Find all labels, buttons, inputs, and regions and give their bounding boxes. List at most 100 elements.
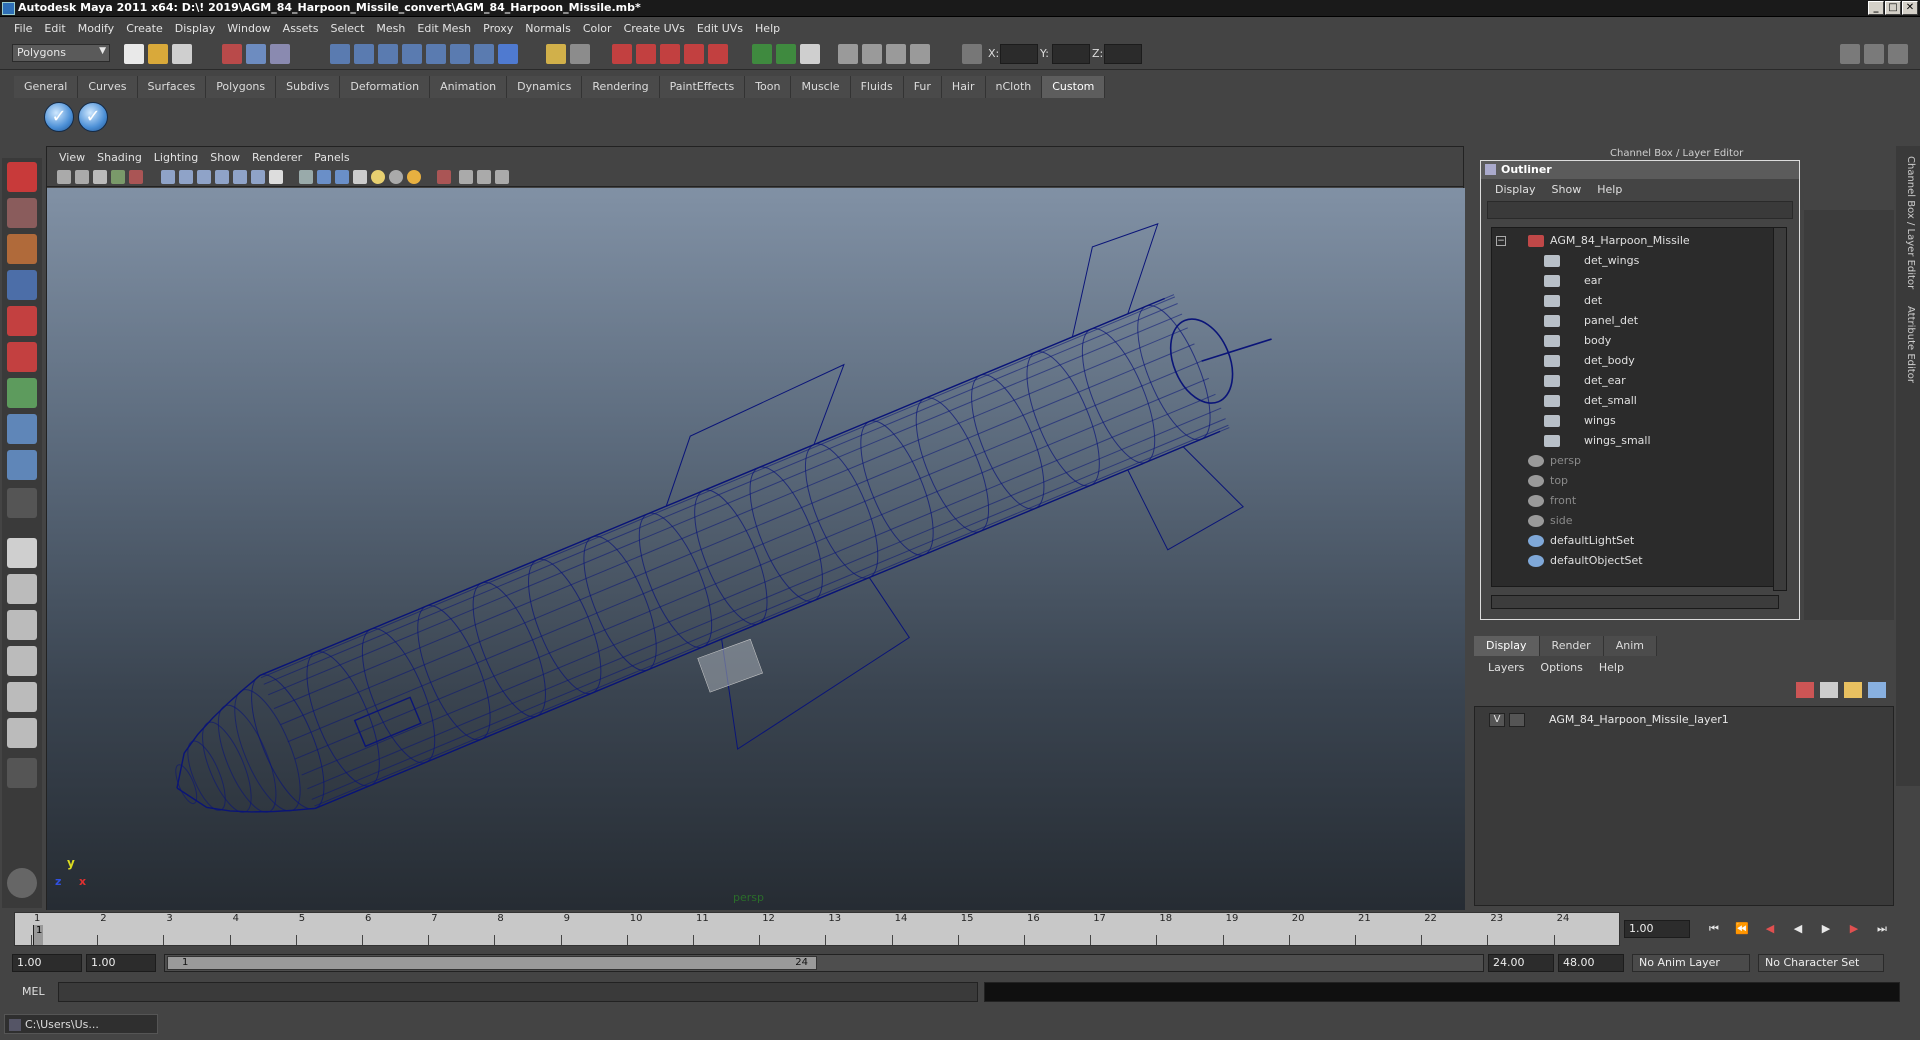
menu-set-dropdown[interactable]: Polygons ▼ (12, 44, 110, 62)
single-pane-layout-icon[interactable] (7, 538, 37, 568)
shelf-tab-dynamics[interactable]: Dynamics (507, 76, 583, 98)
paint-select-tool-icon[interactable] (7, 234, 37, 264)
outliner-item[interactable]: det_ear (1492, 372, 1778, 390)
menu-help[interactable]: Help (749, 22, 786, 35)
select-object-icon[interactable] (246, 44, 266, 64)
quick-select-icon[interactable] (910, 44, 930, 64)
menu-modify[interactable]: Modify (72, 22, 120, 35)
outliner-layout-icon[interactable] (7, 682, 37, 712)
shelf-tab-general[interactable]: General (14, 76, 79, 98)
four-pane-layout-icon[interactable] (7, 574, 37, 604)
sculpt-icon[interactable] (838, 44, 858, 64)
snap-curve-icon[interactable] (354, 44, 374, 64)
side-by-side-layout-icon[interactable] (7, 610, 37, 640)
outliner-item[interactable]: defaultLightSet (1492, 532, 1778, 550)
field-chart-icon[interactable] (233, 170, 247, 184)
smooth-shade-icon[interactable] (317, 170, 331, 184)
channel-box-toggle-icon[interactable] (1888, 44, 1908, 64)
manipulator-tool-icon[interactable] (7, 378, 37, 408)
anim-layer-dropdown[interactable]: No Anim Layer (1632, 954, 1750, 972)
outliner-menu-show[interactable]: Show (1544, 183, 1590, 196)
layer-tab-anim[interactable]: Anim (1603, 636, 1657, 656)
menu-assets[interactable]: Assets (277, 22, 325, 35)
outliner-item[interactable]: ear (1492, 272, 1778, 290)
outliner-item[interactable]: defaultObjectSet (1492, 552, 1778, 570)
isolate-select-icon[interactable] (437, 170, 451, 184)
layer-menu-help[interactable]: Help (1591, 661, 1632, 674)
safe-action-icon[interactable] (251, 170, 265, 184)
z-field[interactable] (1104, 44, 1142, 64)
outliner-item[interactable]: wings (1492, 412, 1778, 430)
menu-file[interactable]: File (8, 22, 38, 35)
xray-icon[interactable] (459, 170, 473, 184)
snap-plane-icon[interactable] (402, 44, 422, 64)
soft-mod-tool-icon[interactable] (7, 414, 37, 444)
new-scene-icon[interactable] (124, 44, 144, 64)
rotate-tool-icon[interactable] (7, 306, 37, 336)
outliner-item[interactable]: top (1492, 472, 1778, 490)
hypershade-layout-icon[interactable] (7, 718, 37, 748)
resolution-gate-icon[interactable] (197, 170, 211, 184)
shelf-tab-fluids[interactable]: Fluids (850, 76, 904, 98)
outliner-item[interactable]: det_small (1492, 392, 1778, 410)
open-scene-icon[interactable] (148, 44, 168, 64)
outliner-vertical-scrollbar[interactable] (1773, 227, 1787, 591)
camera-attr-icon[interactable] (75, 170, 89, 184)
shelf-tab-muscle[interactable]: Muscle (791, 76, 851, 98)
help-icon[interactable] (498, 44, 518, 64)
layer-visibility-toggle[interactable]: V (1489, 713, 1505, 727)
menu-normals[interactable]: Normals (519, 22, 577, 35)
grid-icon[interactable] (161, 170, 175, 184)
two-d-pan-icon[interactable] (129, 170, 143, 184)
custom-shelf-check-icon-2[interactable]: ✓ (78, 102, 108, 132)
menu-mesh[interactable]: Mesh (370, 22, 411, 35)
range-slider[interactable]: 1 24 (164, 954, 1484, 972)
vp-menu-panels[interactable]: Panels (308, 151, 355, 164)
select-hierarchy-icon[interactable] (222, 44, 242, 64)
go-to-start-icon[interactable]: ⏮ (1706, 922, 1722, 936)
graph-editor-layout-icon[interactable] (7, 646, 37, 676)
attribute-editor-toggle-icon[interactable] (1864, 44, 1884, 64)
shelf-tab-surfaces[interactable]: Surfaces (137, 76, 207, 98)
wireframe-on-shaded-icon[interactable] (335, 170, 349, 184)
layer-tab-render[interactable]: Render (1539, 636, 1604, 656)
select-tool-icon[interactable] (7, 162, 37, 192)
panel-layout-icon[interactable] (1840, 44, 1860, 64)
menu-color[interactable]: Color (577, 22, 618, 35)
last-tool-icon[interactable] (7, 488, 37, 518)
shelf-tab-deformation[interactable]: Deformation (340, 76, 431, 98)
sets-icon[interactable] (886, 44, 906, 64)
safe-title-icon[interactable] (269, 170, 283, 184)
menu-edit-mesh[interactable]: Edit Mesh (411, 22, 477, 35)
lasso-tool-icon[interactable] (7, 198, 37, 228)
y-field[interactable] (1052, 44, 1090, 64)
show-attr-icon[interactable] (752, 44, 772, 64)
shelf-tab-curves[interactable]: Curves (78, 76, 138, 98)
layer-menu-layers[interactable]: Layers (1480, 661, 1532, 674)
show-manip-tool-icon[interactable] (7, 450, 37, 480)
shelf-tab-toon[interactable]: Toon (745, 76, 792, 98)
bookmark-icon[interactable] (93, 170, 107, 184)
select-component-icon[interactable] (270, 44, 290, 64)
vp-menu-show[interactable]: Show (204, 151, 246, 164)
scale-tool-icon[interactable] (7, 342, 37, 372)
outliner-menu-display[interactable]: Display (1487, 183, 1544, 196)
outliner-item[interactable]: front (1492, 492, 1778, 510)
close-button[interactable]: ✕ (1902, 1, 1918, 15)
render-frame-icon[interactable] (612, 44, 632, 64)
snap-point-icon[interactable] (378, 44, 398, 64)
vp-menu-shading[interactable]: Shading (91, 151, 148, 164)
backface-icon[interactable] (495, 170, 509, 184)
outliner-item[interactable]: panel_det (1492, 312, 1778, 330)
step-back-frame-icon[interactable]: ◀ (1762, 922, 1778, 936)
new-layer-selected-icon[interactable] (1796, 682, 1814, 698)
outliner-item[interactable]: det (1492, 292, 1778, 310)
menu-edit-uvs[interactable]: Edit UVs (691, 22, 749, 35)
shelf-tab-hair[interactable]: Hair (941, 76, 986, 98)
outliner-item[interactable]: det_body (1492, 352, 1778, 370)
paint-icon[interactable] (862, 44, 882, 64)
shelf-tab-fur[interactable]: Fur (903, 76, 942, 98)
command-language-label[interactable]: MEL (22, 985, 45, 998)
outliner-horizontal-scrollbar[interactable] (1491, 595, 1779, 609)
collapse-icon[interactable]: − (1496, 236, 1506, 246)
